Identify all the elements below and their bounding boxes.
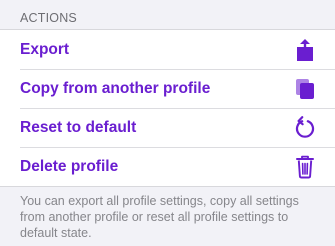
copy-from-profile-row[interactable]: Copy from another profile <box>0 69 335 108</box>
reset-to-default-row[interactable]: Reset to default <box>0 108 335 147</box>
section-footer-note: You can export all profile settings, cop… <box>20 194 299 240</box>
reset-to-default-label: Reset to default <box>20 118 137 136</box>
reset-icon <box>293 115 317 140</box>
actions-section: ACTIONS Export Copy from another profile <box>0 0 335 246</box>
share-icon <box>293 38 317 62</box>
export-label: Export <box>20 40 70 58</box>
delete-profile-label: Delete profile <box>20 157 119 175</box>
actions-list: Export Copy from another profile Reset t… <box>0 29 335 187</box>
section-header: ACTIONS <box>20 11 77 25</box>
copy-from-profile-label: Copy from another profile <box>20 79 211 97</box>
delete-profile-row[interactable]: Delete profile <box>0 147 335 186</box>
copy-icon <box>293 77 317 101</box>
trash-icon <box>293 155 317 179</box>
export-row[interactable]: Export <box>0 30 335 69</box>
